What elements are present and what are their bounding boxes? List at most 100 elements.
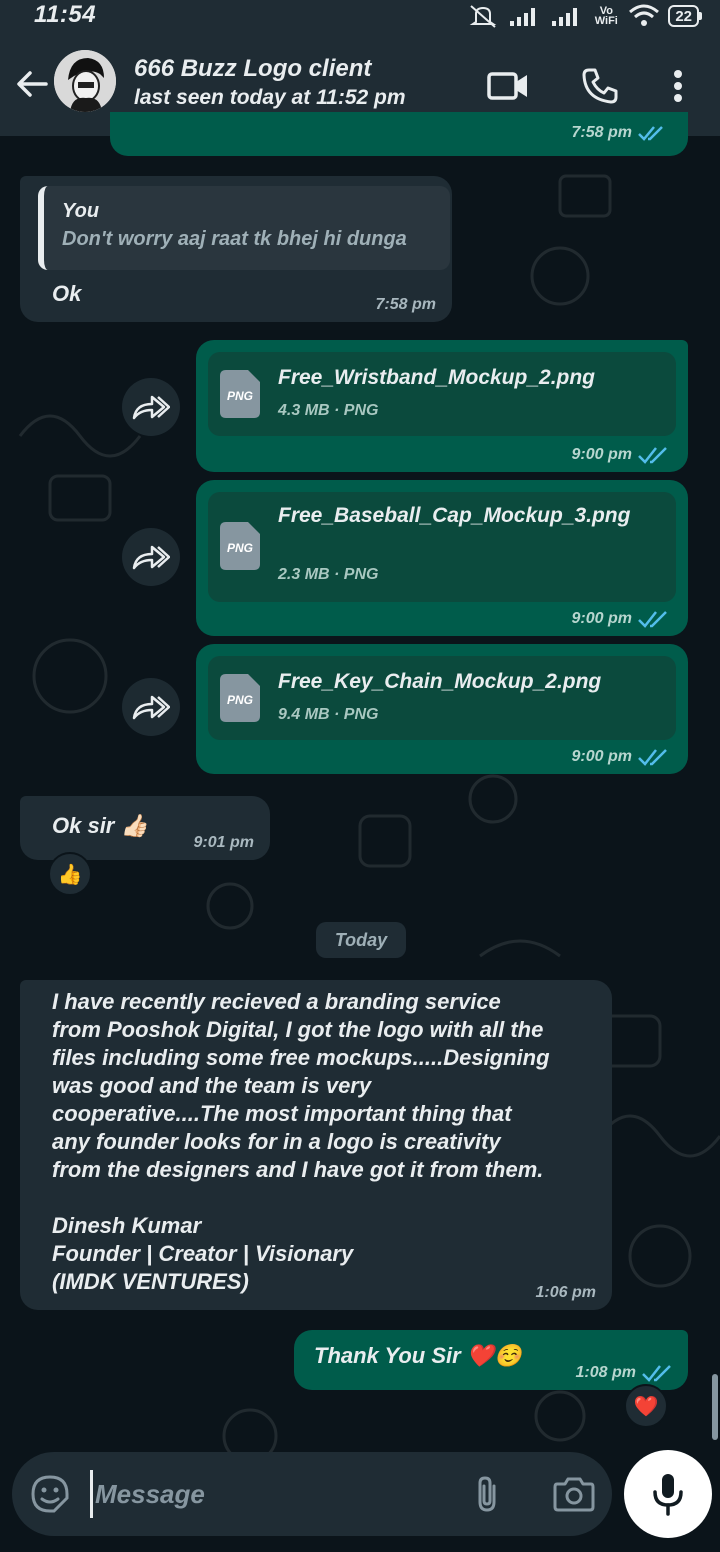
file-attachment[interactable]: PNG Free_Key_Chain_Mockup_2.png 9.4 MB ·…	[208, 656, 676, 740]
video-call-icon	[487, 72, 527, 100]
text-line: cooperative....The most important thing …	[52, 1101, 512, 1126]
video-call-button[interactable]	[486, 64, 530, 108]
message-composer	[12, 1452, 612, 1536]
file-info: 2.3 MB · PNG	[278, 566, 379, 583]
text-line: any founder looks for in a logo is creat…	[52, 1129, 501, 1154]
battery-tip	[699, 12, 702, 20]
message-time: 1:06 pm	[535, 1284, 596, 1301]
message-time: 7:58 pm	[375, 296, 436, 313]
testimonial-text: I have recently recieved a branding serv…	[52, 988, 612, 1296]
battery-indicator: 22	[668, 5, 702, 27]
camera-icon	[553, 1477, 595, 1512]
attach-button[interactable]	[468, 1474, 508, 1514]
date-divider: Today	[316, 922, 406, 958]
png-file-icon: PNG	[220, 522, 260, 570]
text-line: from the designers and I have got it fro…	[52, 1157, 544, 1182]
file-info: 9.4 MB · PNG	[278, 706, 379, 723]
quote-author: You	[62, 200, 100, 222]
message-text: Ok	[52, 281, 82, 306]
forward-button[interactable]	[122, 378, 180, 436]
back-arrow-icon	[17, 71, 48, 97]
message-text: Thank You Sir ❤️☺️	[314, 1343, 522, 1368]
status-time: 11:54	[34, 1, 97, 28]
file-name: Free_Baseball_Cap_Mockup_3.png	[278, 504, 631, 527]
outgoing-message[interactable]: Thank You Sir ❤️☺️ 1:08 pm	[294, 1330, 688, 1390]
scrollbar-thumb[interactable]	[712, 1374, 718, 1440]
camera-button[interactable]	[552, 1474, 596, 1514]
emoji-sticker-icon	[31, 1475, 69, 1513]
message-time: 1:08 pm	[575, 1364, 636, 1381]
quote-text: Don't worry aaj raat tk bhej hi dunga	[62, 228, 407, 250]
vowifi-label: Vo WiFi	[594, 5, 618, 27]
read-receipt-icon	[638, 447, 667, 464]
wifi-icon	[629, 4, 660, 26]
message-time: 9:00 pm	[571, 748, 632, 765]
contact-avatar[interactable]	[54, 50, 116, 112]
avatar-image	[54, 50, 116, 112]
forward-icon	[132, 545, 170, 570]
battery-level: 22	[668, 5, 699, 27]
text-line: from Pooshok Digital, I got the logo wit…	[52, 1017, 544, 1042]
file-attachment[interactable]: PNG Free_Wristband_Mockup_2.png 4.3 MB ·…	[208, 352, 676, 436]
svg-text:PNG: PNG	[227, 389, 253, 403]
incoming-testimonial-message[interactable]: I have recently recieved a branding serv…	[20, 980, 612, 1310]
forward-icon	[132, 695, 170, 720]
forward-button[interactable]	[122, 678, 180, 736]
voice-call-icon	[582, 68, 618, 104]
partial-outgoing-message[interactable]: 7:58 pm	[110, 112, 688, 156]
file-attachment[interactable]: PNG Free_Baseball_Cap_Mockup_3.png 2.3 M…	[208, 492, 676, 602]
message-meta: 1:06 pm	[536, 1284, 596, 1302]
emoji-button[interactable]	[30, 1474, 70, 1514]
svg-text:PNG: PNG	[227, 693, 253, 707]
file-info: 4.3 MB · PNG	[278, 402, 379, 419]
message-meta: 7:58 pm	[376, 296, 436, 314]
message-time: 9:00 pm	[571, 446, 632, 463]
message-meta: 7:58 pm	[572, 124, 664, 142]
outgoing-file-message[interactable]: PNG Free_Wristband_Mockup_2.png 4.3 MB ·…	[196, 340, 688, 472]
text-line: I have recently recieved a branding serv…	[52, 989, 501, 1014]
text-line: files including some free mockups.....De…	[52, 1045, 550, 1070]
quoted-message[interactable]: You Don't worry aaj raat tk bhej hi dung…	[38, 186, 450, 270]
read-receipt-icon	[638, 611, 667, 628]
message-meta: 9:00 pm	[572, 610, 668, 628]
forward-button[interactable]	[122, 528, 180, 586]
signature-title: Founder | Creator | Visionary	[52, 1241, 354, 1266]
message-meta: 1:08 pm	[576, 1364, 672, 1382]
svg-text:PNG: PNG	[227, 541, 253, 555]
chat-screen: 11:54 Vo WiFi 22 666 Buzz Logo client la…	[0, 0, 720, 1552]
message-meta: 9:00 pm	[572, 446, 668, 464]
outgoing-file-message[interactable]: PNG Free_Baseball_Cap_Mockup_3.png 2.3 M…	[196, 480, 688, 636]
message-time: 9:01 pm	[193, 834, 254, 851]
last-seen-status: last seen today at 11:52 pm	[134, 86, 406, 109]
file-name: Free_Key_Chain_Mockup_2.png	[278, 670, 602, 693]
incoming-reply-message[interactable]: You Don't worry aaj raat tk bhej hi dung…	[20, 176, 452, 322]
read-receipt-icon	[638, 126, 663, 141]
more-options-button[interactable]	[656, 64, 700, 108]
thumbs-up-reaction[interactable]: 👍	[48, 852, 92, 896]
message-meta: 9:00 pm	[572, 748, 668, 766]
message-time: 9:00 pm	[571, 610, 632, 627]
voice-message-button[interactable]	[624, 1450, 712, 1538]
signal-1-icon	[510, 8, 536, 26]
voice-call-button[interactable]	[578, 64, 622, 108]
status-bar: 11:54 Vo WiFi 22	[0, 0, 720, 34]
outgoing-file-message[interactable]: PNG Free_Key_Chain_Mockup_2.png 9.4 MB ·…	[196, 644, 688, 774]
png-file-icon: PNG	[220, 370, 260, 418]
message-input[interactable]	[90, 1470, 450, 1518]
incoming-message[interactable]: Ok sir 👍🏻 9:01 pm	[20, 796, 270, 860]
signature-name: Dinesh Kumar	[52, 1213, 202, 1238]
contact-name[interactable]: 666 Buzz Logo client	[134, 55, 371, 83]
message-time: 7:58 pm	[571, 124, 632, 141]
status-icons: Vo WiFi 22	[466, 2, 702, 30]
text-line: was good and the team is very	[52, 1073, 372, 1098]
back-button[interactable]	[12, 64, 52, 104]
file-name: Free_Wristband_Mockup_2.png	[278, 366, 596, 389]
png-file-icon: PNG	[220, 674, 260, 722]
more-options-icon	[674, 70, 682, 102]
read-receipt-icon	[642, 1365, 671, 1382]
heart-reaction[interactable]: ❤️	[624, 1384, 668, 1428]
forward-icon	[132, 395, 170, 420]
message-meta: 9:01 pm	[194, 834, 254, 852]
signature-company: (IMDK VENTURES)	[52, 1269, 249, 1294]
